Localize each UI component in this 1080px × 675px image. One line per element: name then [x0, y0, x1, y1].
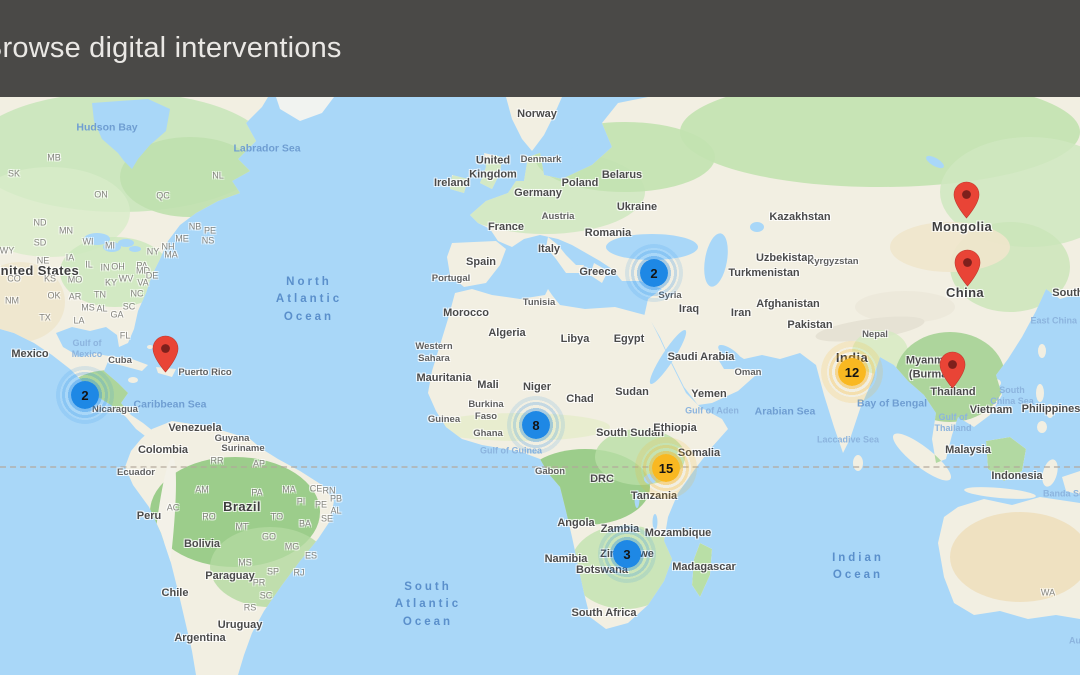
- map-pin-china[interactable]: [954, 249, 981, 287]
- map-pin-thailand[interactable]: [939, 351, 966, 389]
- cluster-count: 12: [838, 358, 866, 386]
- cluster-count: 2: [71, 381, 99, 409]
- cluster-count: 8: [522, 411, 550, 439]
- pin-icon: [954, 182, 979, 218]
- equator-line: [0, 466, 1080, 468]
- pin-icon: [153, 336, 178, 372]
- map-canvas[interactable]: Hudson BayLabrador SeaNorth Atlantic Oce…: [0, 97, 1080, 675]
- cluster-count: 2: [640, 259, 668, 287]
- pin-icon: [955, 250, 980, 286]
- world-map-graphic: [0, 97, 1080, 675]
- header: Browse digital interventions: [0, 0, 1080, 97]
- page-title: Browse digital interventions: [0, 32, 342, 65]
- pin-icon: [940, 352, 965, 388]
- map-pin-dominican-republic[interactable]: [152, 335, 179, 373]
- map-pin-mongolia[interactable]: [953, 181, 980, 219]
- cluster-count: 3: [613, 540, 641, 568]
- cluster-count: 15: [652, 454, 680, 482]
